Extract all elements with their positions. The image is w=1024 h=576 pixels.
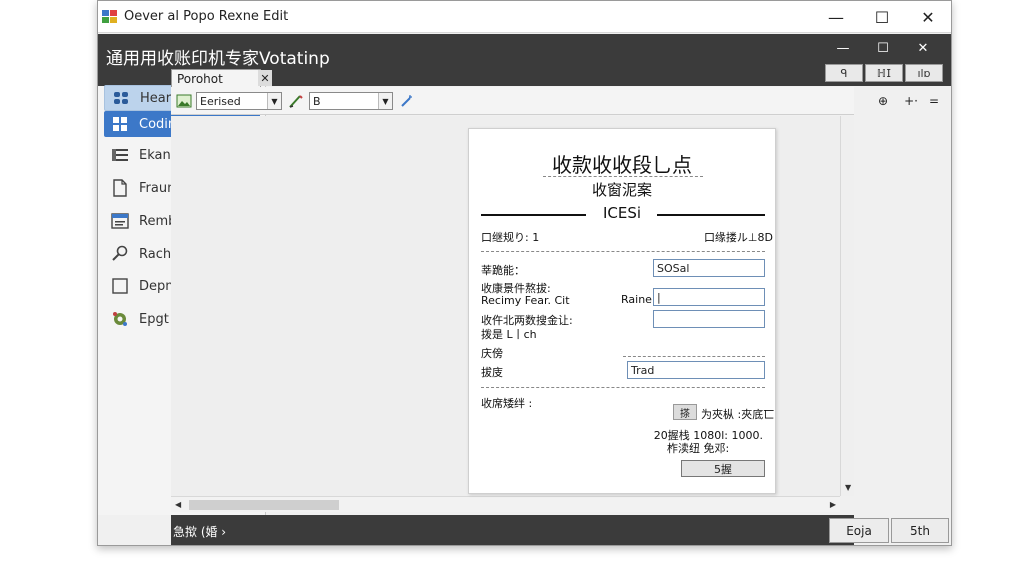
- format-tool-button[interactable]: ℍ𝖨: [865, 64, 903, 82]
- add-icon[interactable]: +·: [899, 92, 923, 110]
- field4-label: 庆傍: [481, 347, 503, 360]
- editor-toolbar: Eerised ▼ B ▼ ⊕ +· =: [171, 87, 939, 115]
- grid-icon: [111, 115, 129, 133]
- divider: [481, 387, 765, 388]
- receipt-title: 收款收收段乚点: [552, 153, 692, 177]
- font-select[interactable]: Eerised ▼: [196, 92, 282, 110]
- menu-icon[interactable]: =: [925, 92, 943, 110]
- field3-input[interactable]: [653, 310, 765, 328]
- status-button-1[interactable]: Eoja: [829, 518, 889, 543]
- confirm-button[interactable]: 5握: [681, 460, 765, 477]
- image-icon[interactable]: [175, 92, 193, 110]
- toggle-label: 为夾枞 :夾底匸: [701, 408, 775, 421]
- field2-sublabel: Recimy Fear. Cit: [481, 294, 570, 307]
- horizontal-scrollbar[interactable]: ◀ ▶: [171, 496, 840, 512]
- document-icon: [111, 179, 129, 197]
- size-select[interactable]: B ▼: [309, 92, 393, 110]
- search-icon: [111, 245, 129, 263]
- document-tab-label: Porohot: [177, 71, 223, 86]
- app-title: 通用用收账印机专家Votatinp: [106, 49, 330, 69]
- status-text: 急揿 (婚 ›: [173, 525, 227, 539]
- receipt-subtitle: 收窗泥案: [591, 181, 652, 199]
- status-bar: 急揿 (婚 › Eoja 5th: [171, 515, 949, 545]
- receipt-number-left: 口继规り: 1: [481, 231, 540, 244]
- magic-wand-icon[interactable]: [398, 92, 416, 110]
- gear-icon: [111, 310, 129, 328]
- scroll-right-icon[interactable]: ▶: [830, 500, 836, 509]
- vertical-scrollbar[interactable]: ▼: [840, 116, 854, 496]
- scroll-down-icon[interactable]: ▼: [845, 483, 851, 492]
- close-tab-icon[interactable]: ✕: [258, 70, 272, 86]
- section-label: 收席矮绊 :: [481, 397, 533, 410]
- field1-label: 莘跪能：: [481, 264, 525, 277]
- box-icon: [111, 277, 129, 295]
- receipt-document: 收款收收段乚点 收窗泥案 ICESi 口继规り: 1 口缘搂ル⊥8D 莘跪能： …: [468, 128, 776, 494]
- zoom-tool-button[interactable]: ᑫ: [825, 64, 863, 82]
- document-tab[interactable]: Porohot ✕: [171, 69, 272, 87]
- divider: [623, 356, 765, 357]
- chart-tool-button[interactable]: ılɒ: [905, 64, 943, 82]
- horizontal-scroll-thumb[interactable]: [189, 500, 339, 510]
- heart-icon: [112, 89, 130, 107]
- toggle-button[interactable]: 搽: [673, 404, 697, 420]
- close-button[interactable]: ✕: [905, 1, 951, 33]
- list-icon: [111, 146, 129, 164]
- size-select-value: B: [313, 94, 321, 108]
- field3-sublabel: 拨是 L丨ch: [481, 328, 537, 341]
- field1-input[interactable]: SOSal: [653, 259, 765, 277]
- receipt-code: ICESi: [602, 204, 642, 222]
- divider: [543, 176, 703, 177]
- scroll-left-icon[interactable]: ◀: [175, 500, 181, 509]
- align-icon[interactable]: ⊕: [874, 92, 892, 110]
- divider: [481, 251, 765, 252]
- outer-titlebar: Oever al Popo Rexne Edit — ☐ ✕: [98, 1, 951, 33]
- chevron-down-icon: ▼: [378, 93, 392, 109]
- field2-input[interactable]: |: [653, 288, 765, 306]
- inner-minimize-button[interactable]: —: [823, 38, 863, 58]
- form-icon: [111, 212, 129, 230]
- font-select-value: Eerised: [200, 94, 241, 108]
- field2-mid-label: Raine: [621, 293, 652, 306]
- minimize-button[interactable]: —: [813, 1, 859, 33]
- app-icon: [102, 9, 118, 24]
- pen-icon[interactable]: [287, 92, 305, 110]
- divider: [657, 214, 765, 216]
- receipt-number-right: 口缘搂ル⊥8D: [703, 231, 773, 244]
- sidebar-item-label: Epgt: [139, 311, 169, 327]
- inner-maximize-button[interactable]: ☐: [863, 38, 903, 58]
- status-button-2[interactable]: 5th: [891, 518, 949, 543]
- inner-close-button[interactable]: ✕: [903, 38, 943, 58]
- window-title: Oever al Popo Rexne Edit: [124, 9, 289, 24]
- amount-subline: 柞渎纽 免邓:: [667, 442, 730, 455]
- chevron-down-icon: ▼: [267, 93, 281, 109]
- field5-input[interactable]: Trad: [627, 361, 765, 379]
- field5-label: 拔庋: [481, 366, 503, 379]
- maximize-button[interactable]: ☐: [859, 1, 905, 33]
